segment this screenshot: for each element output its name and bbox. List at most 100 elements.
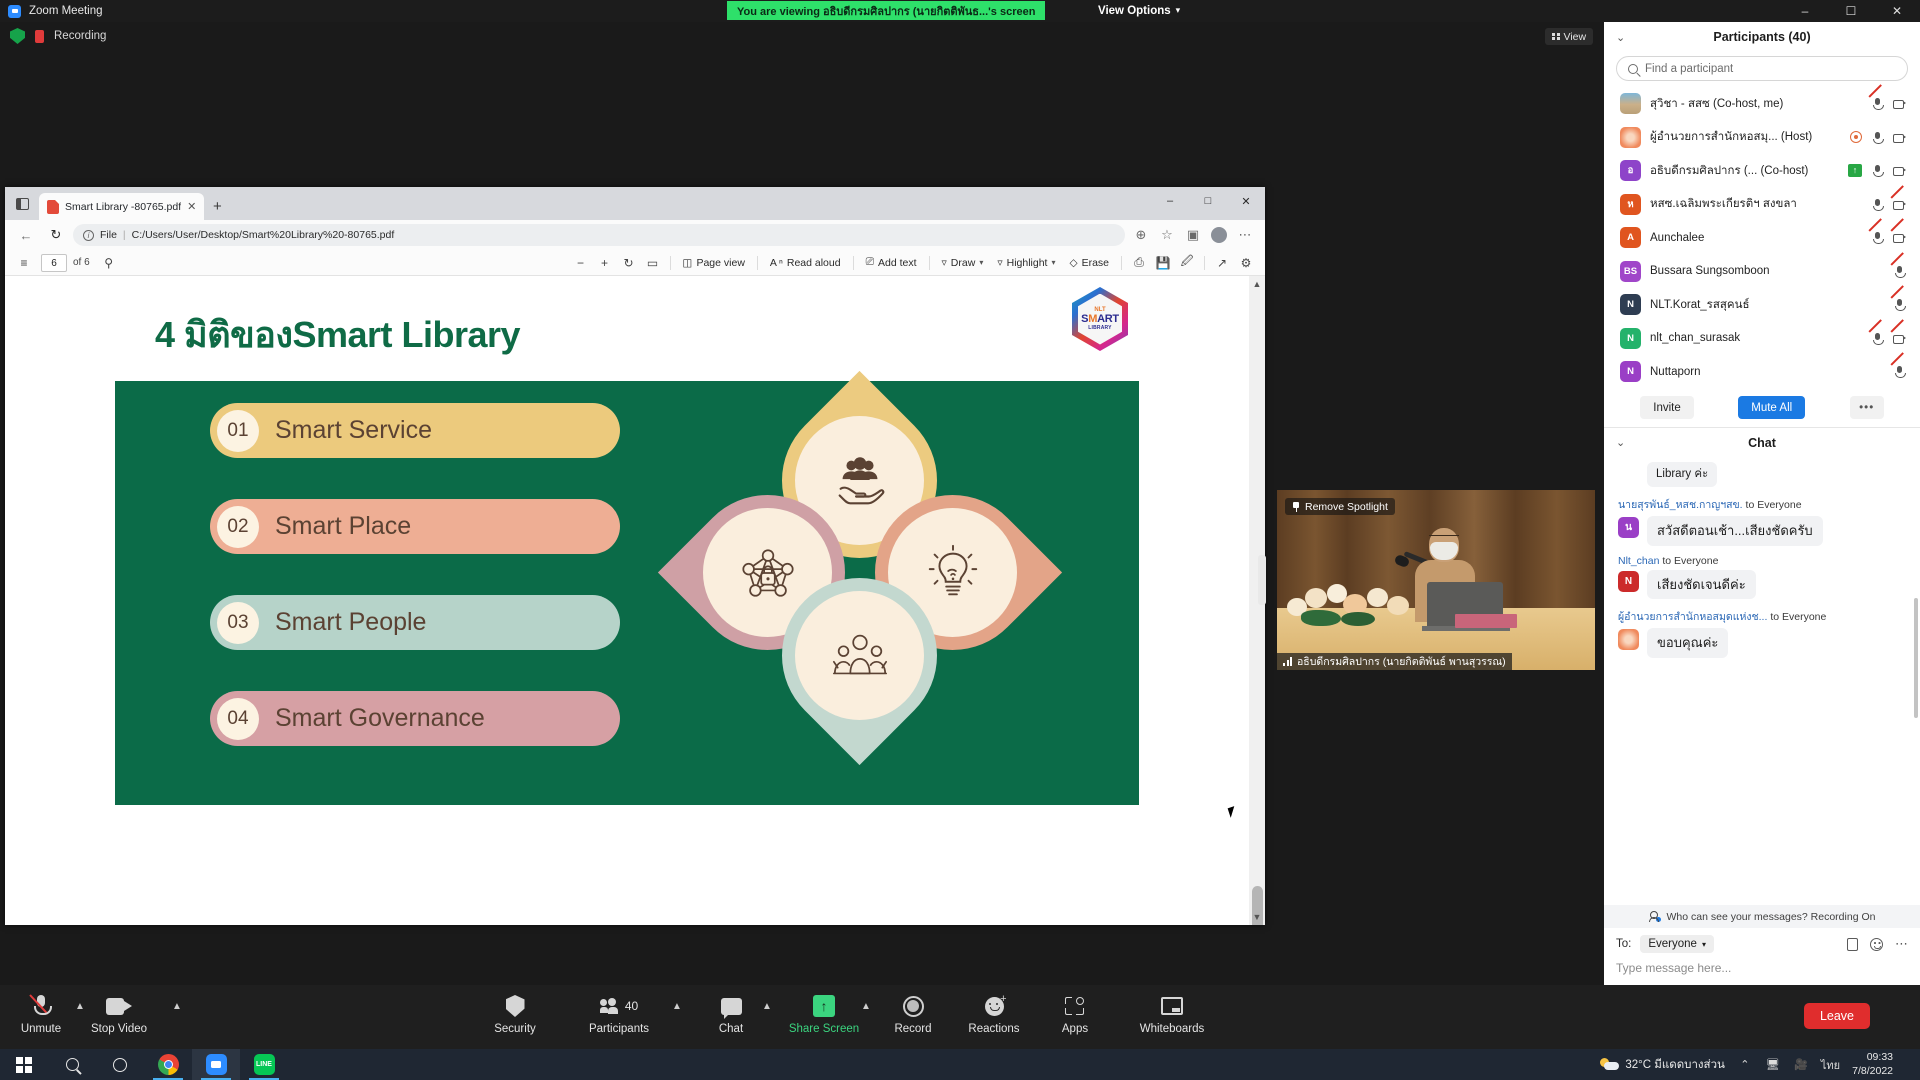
print-icon[interactable]: ⎙ — [1128, 253, 1150, 273]
language-indicator[interactable]: ไทย — [1821, 1058, 1840, 1072]
browser-close-button[interactable]: ✕ — [1227, 187, 1265, 215]
line-taskbar-button[interactable]: LINE — [240, 1049, 288, 1080]
participant-more-button[interactable]: ••• — [1849, 396, 1884, 419]
draw-button[interactable]: ▿ Draw ▾ — [936, 253, 990, 273]
tray-expand-icon[interactable]: ⌃ — [1737, 1058, 1753, 1072]
fit-page-icon[interactable]: ▭ — [642, 253, 664, 273]
network-icon[interactable]: 🖥 — [1765, 1058, 1781, 1072]
camera-off-icon[interactable] — [1890, 318, 1906, 345]
close-tab-icon[interactable]: ✕ — [187, 200, 196, 213]
reload-icon[interactable]: ↻ — [43, 224, 69, 246]
share-screen-button[interactable]: ↑ Share Screen — [788, 993, 860, 1035]
save-icon[interactable]: 💾 — [1152, 253, 1174, 273]
url-input[interactable]: i File | C:/Users/User/Desktop/Smart%20L… — [73, 224, 1125, 246]
recipient-dropdown[interactable]: Everyone ▾ — [1640, 935, 1714, 953]
chat-more-icon[interactable]: ⋯ — [1895, 936, 1908, 952]
view-options-button[interactable]: View Options ▾ — [1086, 0, 1193, 21]
mic-icon[interactable] — [1871, 131, 1884, 144]
browser-settings-icon[interactable]: ⋯ — [1233, 224, 1257, 246]
camera-off-icon[interactable] — [1890, 184, 1906, 211]
chrome-taskbar-button[interactable] — [144, 1049, 192, 1080]
browser-minimize-button[interactable]: – — [1151, 187, 1189, 215]
mic-muted-icon[interactable] — [1890, 251, 1906, 278]
search-icon[interactable]: ⚲ — [98, 253, 120, 273]
scroll-down-icon[interactable]: ▼ — [1251, 911, 1263, 923]
chat-message-list[interactable]: Library ค่ะ นายสุรพันธ์_หสช.กาญฯสข. to E… — [1604, 458, 1920, 906]
emoji-icon[interactable] — [1870, 937, 1883, 951]
back-icon[interactable]: ← — [13, 224, 39, 246]
participants-collapse-icon[interactable]: ⌄ — [1616, 31, 1625, 44]
zoom-in-icon[interactable]: + — [594, 253, 616, 273]
chat-chevron-up-icon[interactable]: ▲ — [762, 1001, 772, 1012]
participants-chevron-up-icon[interactable]: ▲ — [672, 1001, 682, 1012]
zoom-taskbar-button[interactable] — [192, 1049, 240, 1080]
mic-icon[interactable] — [1871, 164, 1884, 178]
participant-row-6[interactable]: N NLT.Korat_รสสุคนธ์ — [1604, 285, 1920, 322]
page-view-button[interactable]: ◫ Page view — [677, 253, 751, 273]
maximize-button[interactable]: ☐ — [1828, 0, 1874, 22]
recording-indicator-icon[interactable] — [35, 29, 44, 43]
file-attach-icon[interactable] — [1847, 937, 1858, 951]
participant-row-8[interactable]: N Nuttaporn — [1604, 352, 1920, 389]
stop-video-button[interactable]: Stop Video — [83, 993, 155, 1035]
toc-icon[interactable]: ≡ — [13, 253, 35, 273]
chat-privacy-note[interactable]: Who can see your messages? Recording On — [1604, 905, 1920, 928]
security-button[interactable]: Security — [479, 993, 551, 1035]
tab-sidebar-icon[interactable] — [5, 187, 39, 220]
mic-muted-icon[interactable] — [1868, 218, 1884, 245]
participant-row-4[interactable]: A Aunchalee — [1604, 218, 1920, 255]
video-options-chevron-up-icon[interactable]: ▲ — [172, 1001, 182, 1012]
erase-button[interactable]: ◇ Erase — [1063, 253, 1115, 273]
save-as-icon[interactable]: 🖉 — [1176, 253, 1198, 273]
camera-icon[interactable] — [1893, 131, 1906, 144]
mic-muted-icon[interactable] — [1890, 285, 1906, 312]
mic-muted-icon[interactable] — [1890, 352, 1906, 379]
zoom-page-icon[interactable]: ⊕ — [1129, 224, 1153, 246]
highlight-button[interactable]: ▿ Highlight ▾ — [991, 253, 1061, 273]
weather-widget[interactable]: 32°C มีแดดบางส่วน — [1600, 1056, 1725, 1074]
reactions-button[interactable]: + Reactions — [958, 993, 1030, 1035]
browser-tab[interactable]: Smart Library -80765.pdf ✕ — [39, 193, 205, 220]
view-layout-button[interactable]: View — [1545, 28, 1594, 45]
chat-collapse-icon[interactable]: ⌄ — [1616, 436, 1625, 449]
spotlight-video-tile[interactable]: Remove Spotlight อธิบดีกรมศิลปากร (นายกิ… — [1277, 490, 1595, 670]
mic-muted-icon[interactable] — [1868, 84, 1884, 111]
scroll-up-icon[interactable]: ▲ — [1251, 278, 1263, 290]
participant-row-7[interactable]: N nlt_chan_surasak — [1604, 318, 1920, 356]
profile-icon[interactable] — [1207, 224, 1231, 246]
participant-search-input[interactable]: Find a participant — [1616, 56, 1908, 81]
zoom-out-icon[interactable]: − — [570, 253, 592, 273]
collections-icon[interactable]: ▣ — [1181, 224, 1205, 246]
highlight-chevron-down-icon[interactable]: ▾ — [1051, 258, 1055, 267]
participant-row-3[interactable]: ห หสซ.เฉลิมพระเกียรติฯ สงขลา — [1604, 184, 1920, 222]
new-tab-button[interactable]: + — [204, 193, 230, 220]
camera-off-icon[interactable] — [1890, 218, 1906, 244]
camera-icon[interactable] — [1893, 164, 1906, 177]
minimize-button[interactable]: – — [1782, 0, 1828, 22]
start-button[interactable] — [0, 1049, 48, 1080]
chat-message-input[interactable]: Type message here... — [1616, 961, 1908, 975]
participant-row-5[interactable]: BS Bussara Sungsomboon — [1604, 251, 1920, 289]
chat-button[interactable]: Chat — [695, 993, 767, 1035]
notification-center-button[interactable] — [1905, 1049, 1910, 1080]
unmute-button[interactable]: Unmute — [5, 993, 77, 1035]
page-number-input[interactable]: 6 — [41, 253, 67, 272]
chat-scrollbar[interactable] — [1914, 597, 1918, 718]
participant-row-2[interactable]: อ อธิบดีกรมศิลปากร (... (Co-host) ↑ — [1604, 154, 1920, 188]
rotate-icon[interactable]: ↻ — [618, 253, 640, 273]
add-text-button[interactable]: ⎚ Add text — [860, 253, 923, 273]
fullscreen-icon[interactable]: ↗ — [1211, 253, 1233, 273]
clock[interactable]: 09:33 7/8/2022 — [1852, 1051, 1893, 1077]
search-button[interactable] — [48, 1049, 96, 1080]
mute-all-button[interactable]: Mute All — [1738, 396, 1806, 419]
record-button[interactable]: Record — [877, 993, 949, 1035]
close-button[interactable]: ✕ — [1874, 0, 1920, 22]
cortana-button[interactable] — [96, 1049, 144, 1080]
encryption-shield-icon[interactable] — [10, 28, 25, 44]
invite-button[interactable]: Invite — [1640, 396, 1694, 419]
browser-maximize-button[interactable]: □ — [1189, 187, 1227, 215]
leave-button[interactable]: Leave — [1803, 1003, 1870, 1029]
mic-muted-icon[interactable] — [1868, 318, 1884, 345]
whiteboards-button[interactable]: Whiteboards — [1124, 993, 1220, 1035]
draw-chevron-down-icon[interactable]: ▾ — [979, 258, 983, 267]
